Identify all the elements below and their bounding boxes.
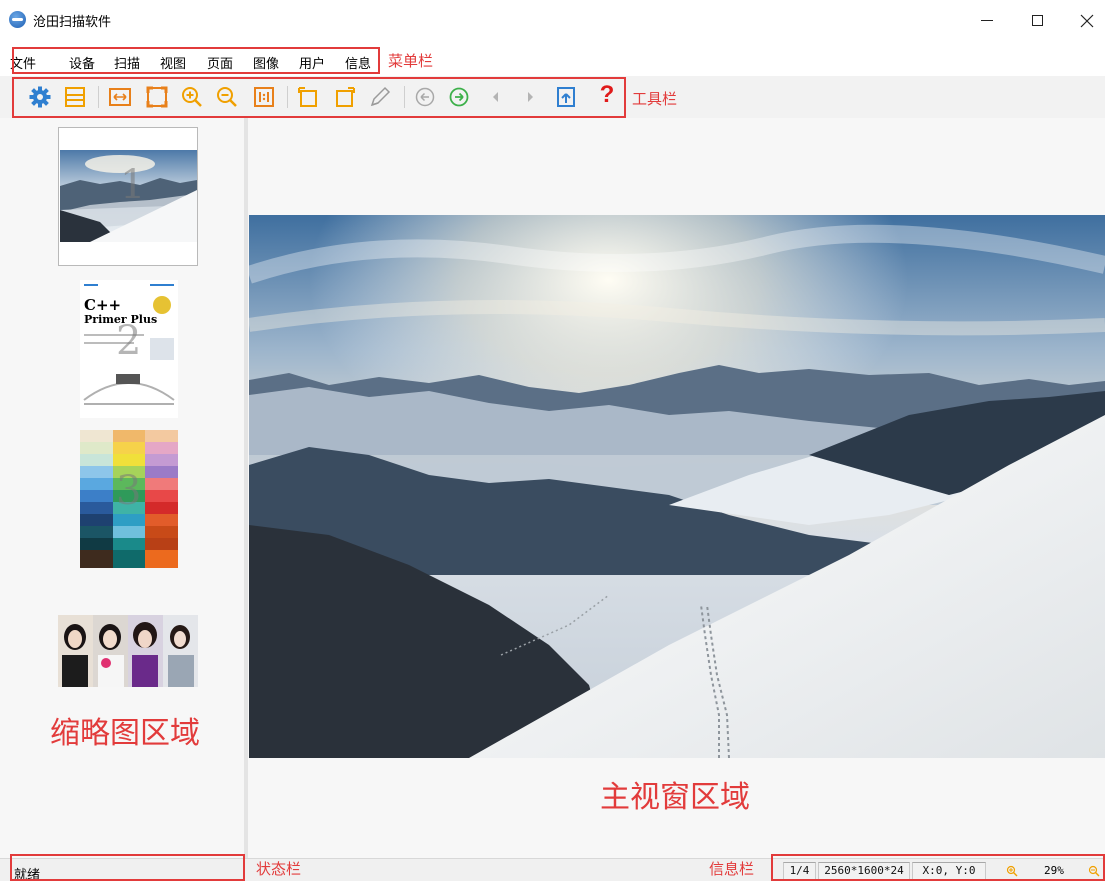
menubar-highlight-box — [12, 47, 380, 74]
main-image — [249, 215, 1105, 758]
thumbnail-2-header-bar — [150, 284, 174, 286]
title-bar: 沧田扫描软件 — [0, 0, 1105, 40]
minimize-icon — [981, 20, 993, 21]
thumbnail-1[interactable]: 1 — [58, 127, 198, 266]
menubar-annotation: 菜单栏 — [388, 52, 434, 70]
infobar-highlight-box — [771, 854, 1105, 881]
thumbnail-2-inset — [150, 338, 174, 360]
thumbnail-3-page-number: 3 — [116, 468, 142, 514]
thumbnail-2[interactable]: C++ Primer Plus 2 — [80, 280, 178, 418]
thumbnail-panel: 1 C++ Primer Plus 2 3 缩略图区域 — [0, 118, 244, 858]
thumbnail-area-annotation: 缩略图区域 — [50, 716, 200, 751]
minimize-button[interactable] — [967, 6, 1007, 34]
thumbnail-1-page-number: 1 — [120, 162, 146, 208]
infobar-annotation: 信息栏 — [709, 860, 755, 878]
thumbnail-2-page-number: 2 — [116, 318, 142, 364]
statusbar-highlight-box — [10, 854, 245, 881]
thumbnail-2-bridge-graphic — [83, 374, 175, 405]
thumbnail-2-badge — [153, 296, 171, 314]
app-logo-icon — [9, 11, 26, 28]
main-view[interactable]: 主视窗区域 — [248, 118, 1105, 858]
statusbar-annotation: 状态栏 — [256, 860, 302, 878]
thumbnail-4[interactable] — [58, 615, 198, 687]
thumbnail-2-book-title: C++ — [84, 296, 122, 314]
toolbar-annotation: 工具栏 — [632, 90, 678, 108]
app-window: 沧田扫描软件 文件 设备 扫描 视图 页面 图像 用户 信息 菜单栏 ? 工具栏… — [0, 0, 1105, 881]
thumbnail-3[interactable]: 3 — [80, 430, 178, 568]
thumbnail-2-header-bar — [84, 284, 98, 286]
maximize-icon — [1031, 15, 1043, 26]
main-area-annotation: 主视窗区域 — [600, 780, 750, 815]
close-button[interactable] — [1067, 6, 1105, 34]
window-title: 沧田扫描软件 — [33, 15, 112, 30]
thumbnail-4-image — [58, 615, 198, 687]
close-icon — [1080, 14, 1094, 27]
toolbar-highlight-box — [12, 77, 626, 118]
maximize-button[interactable] — [1017, 6, 1057, 34]
